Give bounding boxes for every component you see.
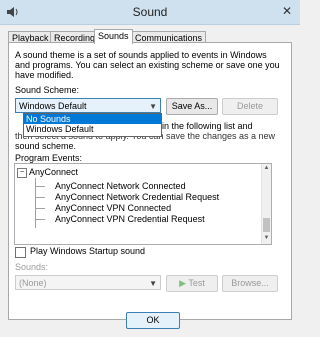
list-item[interactable]: AnyConnect VPN Connected	[55, 203, 171, 213]
event-group-anyconnect[interactable]: AnyConnect	[29, 167, 78, 177]
sounds-label: Sounds:	[15, 262, 49, 272]
sound-scheme-dropdown: No Sounds Windows Default	[23, 113, 162, 137]
sound-scheme-select[interactable]: Windows Default ▼	[15, 98, 161, 113]
sound-scheme-value: Windows Default	[19, 101, 87, 111]
window-title: Sound	[132, 5, 168, 19]
chevron-down-icon: ▼	[149, 102, 157, 111]
program-events-label: Program Events:	[15, 153, 83, 163]
scroll-thumb[interactable]	[263, 218, 270, 232]
sound-scheme-label: Sound Scheme:	[15, 85, 80, 95]
list-item[interactable]: AnyConnect Network Connected	[55, 181, 186, 191]
program-events-list[interactable]: − AnyConnect AnyConnect Network Connecte…	[14, 163, 272, 245]
save-as-button[interactable]: Save As...	[166, 98, 218, 115]
tree-connector	[35, 219, 45, 220]
startup-sound-label: Play Windows Startup sound	[30, 246, 146, 256]
list-item[interactable]: AnyConnect Network Credential Request	[55, 192, 219, 202]
delete-button[interactable]: Delete	[222, 98, 278, 115]
collapse-icon[interactable]: −	[17, 168, 27, 178]
instruction-line-3: sound scheme.	[15, 141, 77, 151]
sounds-value: (None)	[19, 278, 47, 288]
ok-button[interactable]: OK	[126, 312, 180, 329]
chevron-down-icon: ▼	[149, 279, 157, 288]
description-line-3: have modified.	[15, 70, 74, 80]
scheme-option-no-sounds[interactable]: No Sounds	[24, 114, 161, 124]
title-bar: Sound ✕	[0, 0, 300, 25]
scheme-option-windows-default[interactable]: Windows Default	[24, 124, 161, 134]
instruction-line-1: ent in the following list and	[147, 121, 253, 131]
tab-sounds[interactable]: Sounds	[94, 29, 133, 44]
tree-connector	[35, 186, 45, 187]
tree-connector	[35, 197, 45, 198]
play-icon: ▶	[179, 278, 189, 288]
startup-sound-checkbox[interactable]	[15, 247, 26, 258]
sounds-select[interactable]: (None) ▼	[15, 275, 161, 290]
test-label: Test	[188, 278, 205, 288]
close-icon[interactable]: ✕	[280, 4, 294, 18]
scroll-up-icon[interactable]: ▲	[262, 164, 271, 173]
description-line-2: and programs. You can select an existing…	[15, 60, 280, 70]
list-item[interactable]: AnyConnect VPN Credential Request	[55, 214, 205, 224]
browse-button[interactable]: Browse...	[222, 275, 278, 292]
tree-connector	[35, 208, 45, 209]
description-line-1: A sound theme is a set of sounds applied…	[15, 50, 267, 60]
scroll-down-icon[interactable]: ▼	[262, 234, 271, 243]
list-scrollbar[interactable]: ▲ ▼	[261, 164, 271, 244]
test-button[interactable]: ▶ Test	[166, 275, 218, 292]
